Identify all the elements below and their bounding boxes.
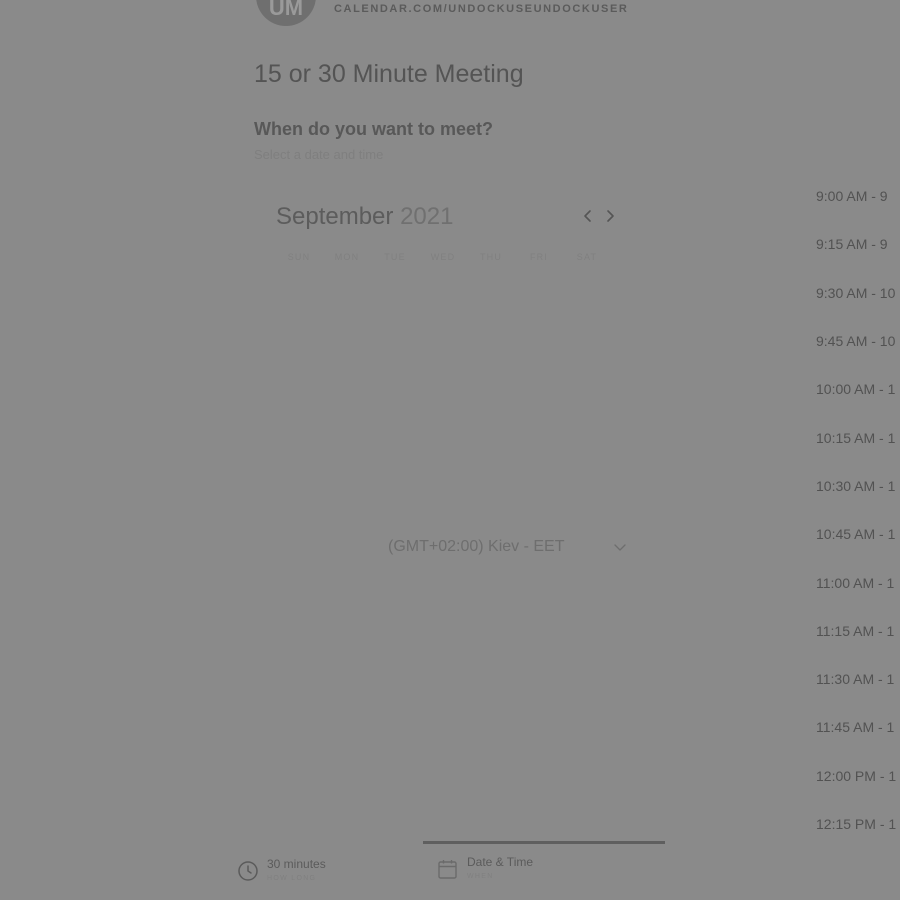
clock-icon bbox=[238, 861, 258, 881]
date-question: When do you want to meet? bbox=[254, 119, 493, 139]
time-slot-label: 10:15 AM - 1 bbox=[816, 429, 896, 446]
step-duration-caption: HOW LONG bbox=[267, 875, 317, 882]
step-date-time-caption: WHEN bbox=[467, 873, 494, 880]
calendar-icon bbox=[438, 860, 457, 879]
time-slot-label: 11:45 AM - 1 bbox=[816, 719, 895, 736]
booking-page: UM CALENDAR.COM/UNDOCKUSEUNDOCKUSER 15 o… bbox=[0, 0, 900, 900]
step-duration[interactable]: 30 minutes HOW LONG bbox=[237, 857, 326, 882]
time-slot-label: 9:30 AM - 10 bbox=[816, 284, 896, 301]
weekday-label: FRI bbox=[529, 252, 549, 262]
chevron-down-icon bbox=[614, 544, 626, 551]
timezone-value: (GMT+02:00) Kiev - EET bbox=[388, 538, 565, 555]
time-slot[interactable]: 12:15 PM - 1 bbox=[800, 800, 900, 848]
time-slot-label: 10:00 AM - 1 bbox=[816, 381, 896, 398]
time-slot[interactable]: 11:30 AM - 1 bbox=[800, 655, 900, 703]
time-slot[interactable]: 10:45 AM - 1 bbox=[800, 510, 900, 558]
timezone-select[interactable]: (GMT+02:00) Kiev - EET bbox=[388, 538, 628, 560]
weekday-label: SUN bbox=[287, 252, 311, 262]
next-month-button[interactable] bbox=[602, 207, 618, 225]
date-hint: Select a date and time bbox=[254, 147, 384, 162]
meeting-title: 15 or 30 Minute Meeting bbox=[254, 60, 524, 88]
time-slot-list: 9:00 AM - 9 9:15 AM - 9 9:30 AM - 10 9:4… bbox=[800, 172, 900, 848]
previous-month-button[interactable] bbox=[580, 207, 596, 225]
time-slot[interactable]: 9:30 AM - 10 bbox=[800, 269, 900, 317]
time-slot-label: 11:00 AM - 1 bbox=[816, 574, 895, 591]
time-slot-label: 9:45 AM - 10 bbox=[816, 333, 896, 350]
weekday-label: TUE bbox=[384, 252, 406, 262]
time-slot-label: 12:15 PM - 1 bbox=[816, 816, 897, 832]
time-slot[interactable]: 12:00 PM - 1 bbox=[800, 752, 900, 800]
weekday-label: THU bbox=[479, 252, 503, 262]
time-slot[interactable]: 10:30 AM - 1 bbox=[800, 462, 900, 510]
step-date-time-value: Date & Time bbox=[467, 855, 534, 869]
month-year: 2021 bbox=[400, 203, 454, 230]
step-duration-value: 30 minutes bbox=[267, 857, 326, 871]
time-slot[interactable]: 10:15 AM - 1 bbox=[800, 413, 900, 461]
time-slot[interactable]: 10:00 AM - 1 bbox=[800, 365, 900, 413]
avatar-initials: UM bbox=[268, 0, 304, 20]
chevron-left-icon bbox=[584, 210, 591, 222]
time-slot-label: 11:15 AM - 1 bbox=[816, 622, 895, 639]
time-slot[interactable]: 9:00 AM - 9 bbox=[800, 172, 900, 220]
time-slot[interactable]: 11:15 AM - 1 bbox=[800, 607, 900, 655]
host-avatar: UM bbox=[256, 0, 316, 26]
time-slot-label: 9:00 AM - 9 bbox=[816, 188, 888, 205]
time-slot[interactable]: 9:45 AM - 10 bbox=[800, 317, 900, 365]
weekday-label: WED bbox=[430, 252, 456, 262]
time-slot-label: 10:45 AM - 1 bbox=[816, 526, 896, 543]
host-url[interactable]: CALENDAR.COM/UNDOCKUSEUNDOCKUSER bbox=[334, 3, 628, 15]
weekday-label: MON bbox=[334, 252, 360, 262]
time-slot[interactable]: 11:00 AM - 1 bbox=[800, 558, 900, 606]
time-slot-label: 11:30 AM - 1 bbox=[816, 671, 895, 688]
time-slot-label: 10:30 AM - 1 bbox=[816, 477, 896, 494]
weekday-header: SUN MON TUE WED THU FRI SAT bbox=[275, 252, 611, 262]
time-slot-label: 9:15 AM - 9 bbox=[816, 236, 888, 253]
weekday-label: SAT bbox=[576, 252, 598, 262]
time-slot[interactable]: 11:45 AM - 1 bbox=[800, 703, 900, 751]
step-date-time[interactable]: Date & Time WHEN bbox=[437, 855, 533, 880]
month-label: September 2021 bbox=[276, 203, 453, 231]
chevron-right-icon bbox=[607, 210, 614, 222]
month-name: September bbox=[276, 203, 394, 230]
time-slot[interactable]: 9:15 AM - 9 bbox=[800, 220, 900, 268]
time-slot-label: 12:00 PM - 1 bbox=[816, 767, 897, 784]
active-step-indicator bbox=[423, 841, 665, 844]
